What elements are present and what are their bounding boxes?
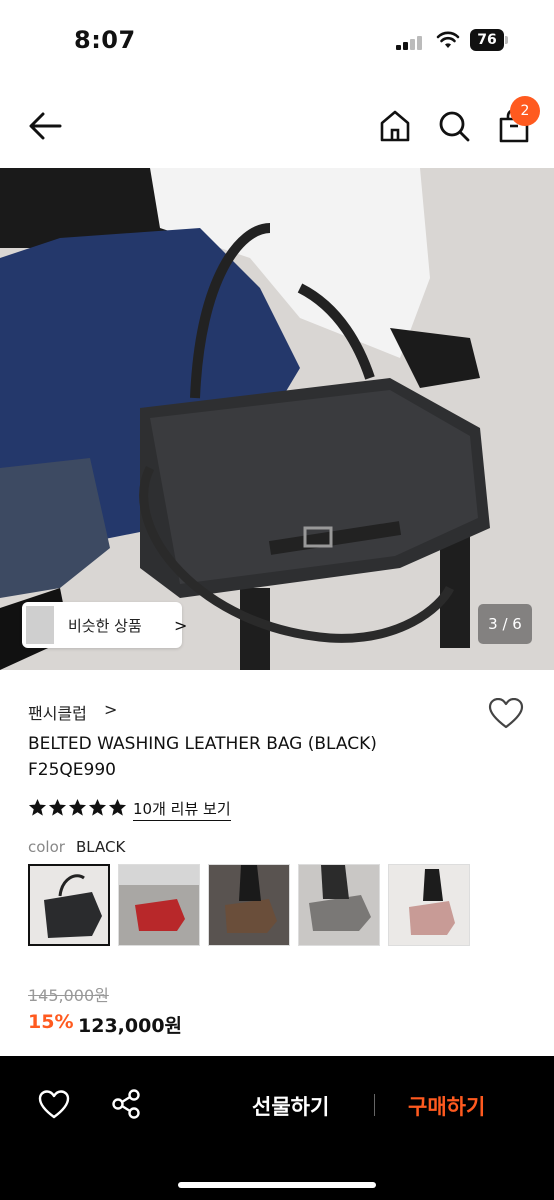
product-code: F25QE990 <box>28 760 116 780</box>
similar-products-label: 비슷한 상품 <box>68 617 142 635</box>
star-icon <box>88 798 107 816</box>
chevron-right-icon: > <box>104 700 118 719</box>
brand-link[interactable]: 팬시클럽 <box>28 700 87 724</box>
top-nav <box>0 84 554 168</box>
product-photo <box>0 168 554 670</box>
swatch-pink[interactable] <box>388 864 470 946</box>
similar-products-button[interactable]: 비슷한 상품 > <box>22 602 187 648</box>
swatch-red[interactable] <box>118 864 200 946</box>
star-icon <box>28 798 47 816</box>
cart-count-badge: 2 <box>510 96 540 126</box>
share-icon[interactable] <box>110 1088 142 1120</box>
signal-icon <box>396 34 426 50</box>
home-icon[interactable] <box>378 108 412 144</box>
heart-icon[interactable] <box>488 698 524 730</box>
divider <box>374 1094 375 1116</box>
discount-rate: 15% <box>28 1011 74 1033</box>
swatch-grey[interactable] <box>298 864 380 946</box>
color-swatches <box>28 864 478 946</box>
product-image-carousel[interactable]: 비슷한 상품 > 3 / 6 <box>0 168 554 670</box>
color-label: color <box>28 838 65 856</box>
search-icon[interactable] <box>436 108 472 144</box>
swatch-black[interactable] <box>28 864 110 946</box>
battery-icon: 76 <box>470 29 508 51</box>
bottom-action-bar: 선물하기 구매하기 <box>0 1056 554 1200</box>
sale-price: 123,000원 <box>78 1015 183 1037</box>
home-indicator <box>178 1182 376 1188</box>
buy-button[interactable]: 구매하기 <box>408 1091 485 1121</box>
original-price: 145,000원 <box>28 986 109 1005</box>
product-title: BELTED WASHING LEATHER BAG (BLACK) <box>28 734 377 754</box>
star-icon <box>68 798 87 816</box>
status-bar: 8:07 76 <box>0 0 554 84</box>
chevron-right-icon: > <box>174 616 188 635</box>
rating-stars <box>28 798 128 818</box>
similar-products-thumbnail <box>26 606 54 644</box>
status-time: 8:07 <box>74 26 136 54</box>
heart-icon[interactable] <box>38 1090 70 1120</box>
view-reviews-link[interactable]: 10개 리뷰 보기 <box>133 798 231 821</box>
color-value: BLACK <box>76 838 126 856</box>
back-arrow-icon[interactable] <box>26 108 66 144</box>
image-page-counter: 3 / 6 <box>478 604 532 644</box>
battery-level: 76 <box>470 29 504 51</box>
wifi-icon <box>436 31 460 48</box>
swatch-brown[interactable] <box>208 864 290 946</box>
star-icon <box>48 798 67 816</box>
star-icon <box>108 798 127 816</box>
gift-button[interactable]: 선물하기 <box>252 1091 329 1121</box>
